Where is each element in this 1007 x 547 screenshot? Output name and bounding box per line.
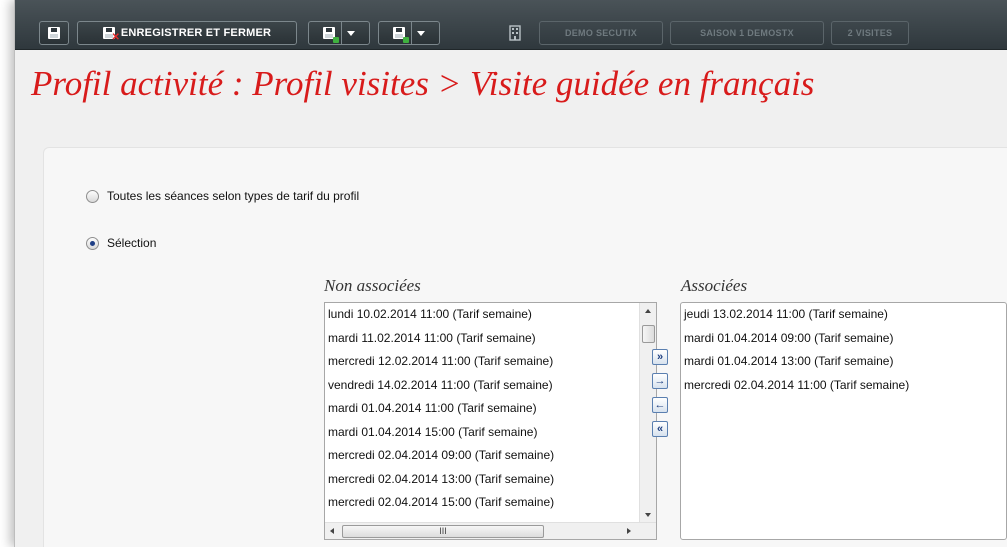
move-all-left-icon: « — [656, 422, 664, 435]
list-item[interactable]: mercredi 02.04.2014 15:00 (Tarif semaine… — [325, 491, 656, 515]
save-copy-icon — [393, 27, 409, 43]
chevron-down-icon[interactable] — [417, 30, 425, 36]
save-and-close-label: ENREGISTRER ET FERMER — [120, 27, 272, 39]
save-new-split-button[interactable] — [308, 21, 370, 45]
list-item[interactable]: mardi 01.04.2014 09:00 (Tarif semaine) — [681, 327, 1006, 351]
save-copy-split-button[interactable] — [378, 21, 440, 45]
move-all-right-icon: » — [656, 350, 664, 363]
list-item[interactable]: mercredi 02.04.2014 09:00 (Tarif semaine… — [325, 444, 656, 468]
list-item[interactable]: mardi 01.04.2014 13:00 (Tarif semaine) — [681, 350, 1006, 374]
scroll-left-icon[interactable] — [330, 528, 334, 534]
horizontal-scrollbar[interactable]: III — [325, 522, 656, 539]
building-icon[interactable] — [507, 25, 523, 41]
list-item[interactable]: mercredi 02.04.2014 13:00 (Tarif semaine… — [325, 468, 656, 492]
save-button[interactable] — [39, 21, 69, 45]
selection-radio[interactable] — [86, 236, 99, 250]
all-sessions-label: Toutes les séances selon types de tarif … — [107, 189, 360, 203]
breadcrumb-season[interactable]: SAISON 1 DEMOSTX — [670, 21, 824, 45]
list-item[interactable]: mardi 01.04.2014 11:00 (Tarif semaine) — [325, 397, 656, 421]
page-title: Profil activité : Profil visites > Visit… — [31, 64, 815, 103]
list-item[interactable]: mardi 01.04.2014 15:00 (Tarif semaine) — [325, 421, 656, 445]
save-close-icon: ✕ — [102, 27, 120, 43]
associated-heading: Associées — [681, 276, 748, 295]
list-item[interactable]: jeudi 13.02.2014 11:00 (Tarif semaine) — [681, 303, 1006, 327]
list-item[interactable]: lundi 10.02.2014 11:00 (Tarif semaine) — [325, 303, 656, 327]
scroll-right-icon[interactable] — [627, 528, 631, 534]
breadcrumb-organization[interactable]: DEMO SECUTIX — [539, 21, 663, 45]
toolbar: ✕ ENREGISTRER ET FERMER DEMO SECUTIX SAI… — [15, 0, 1007, 50]
list-item[interactable]: mercredi 02.04.2014 11:00 (Tarif semaine… — [681, 374, 1006, 398]
breadcrumb-visits[interactable]: 2 VISITES — [831, 21, 909, 45]
move-left-button[interactable]: ← — [652, 397, 668, 413]
scroll-up-icon[interactable] — [645, 309, 651, 313]
horizontal-scroll-thumb[interactable]: III — [342, 525, 544, 538]
selection-label: Sélection — [107, 236, 157, 250]
list-item[interactable]: mardi 11.02.2014 11:00 (Tarif semaine) — [325, 327, 656, 351]
all-sessions-radio[interactable] — [86, 189, 99, 203]
vertical-scroll-thumb[interactable] — [642, 325, 655, 343]
move-all-left-button[interactable]: « — [652, 421, 668, 437]
unassociated-heading: Non associées — [324, 276, 421, 295]
list-item[interactable]: vendredi 14.02.2014 11:00 (Tarif semaine… — [325, 374, 656, 398]
move-left-icon: ← — [654, 398, 666, 411]
all-sessions-option[interactable]: Toutes les séances selon types de tarif … — [86, 189, 359, 203]
move-right-button[interactable]: → — [652, 373, 668, 389]
associated-list[interactable]: jeudi 13.02.2014 11:00 (Tarif semaine) ma… — [680, 302, 1007, 540]
selection-option[interactable]: Sélection — [86, 236, 156, 250]
scroll-down-icon[interactable] — [645, 513, 651, 517]
unassociated-list[interactable]: lundi 10.02.2014 11:00 (Tarif semaine) ma… — [324, 302, 657, 540]
save-icon — [48, 27, 60, 39]
window: ✕ ENREGISTRER ET FERMER DEMO SECUTIX SAI… — [14, 0, 1007, 547]
list-item[interactable]: mercredi 12.02.2014 11:00 (Tarif semaine… — [325, 350, 656, 374]
move-all-right-button[interactable]: » — [652, 349, 668, 365]
save-and-close-button[interactable]: ✕ ENREGISTRER ET FERMER — [77, 21, 297, 45]
chevron-down-icon[interactable] — [347, 30, 355, 36]
save-new-icon — [323, 27, 339, 43]
move-right-icon: → — [654, 374, 666, 387]
